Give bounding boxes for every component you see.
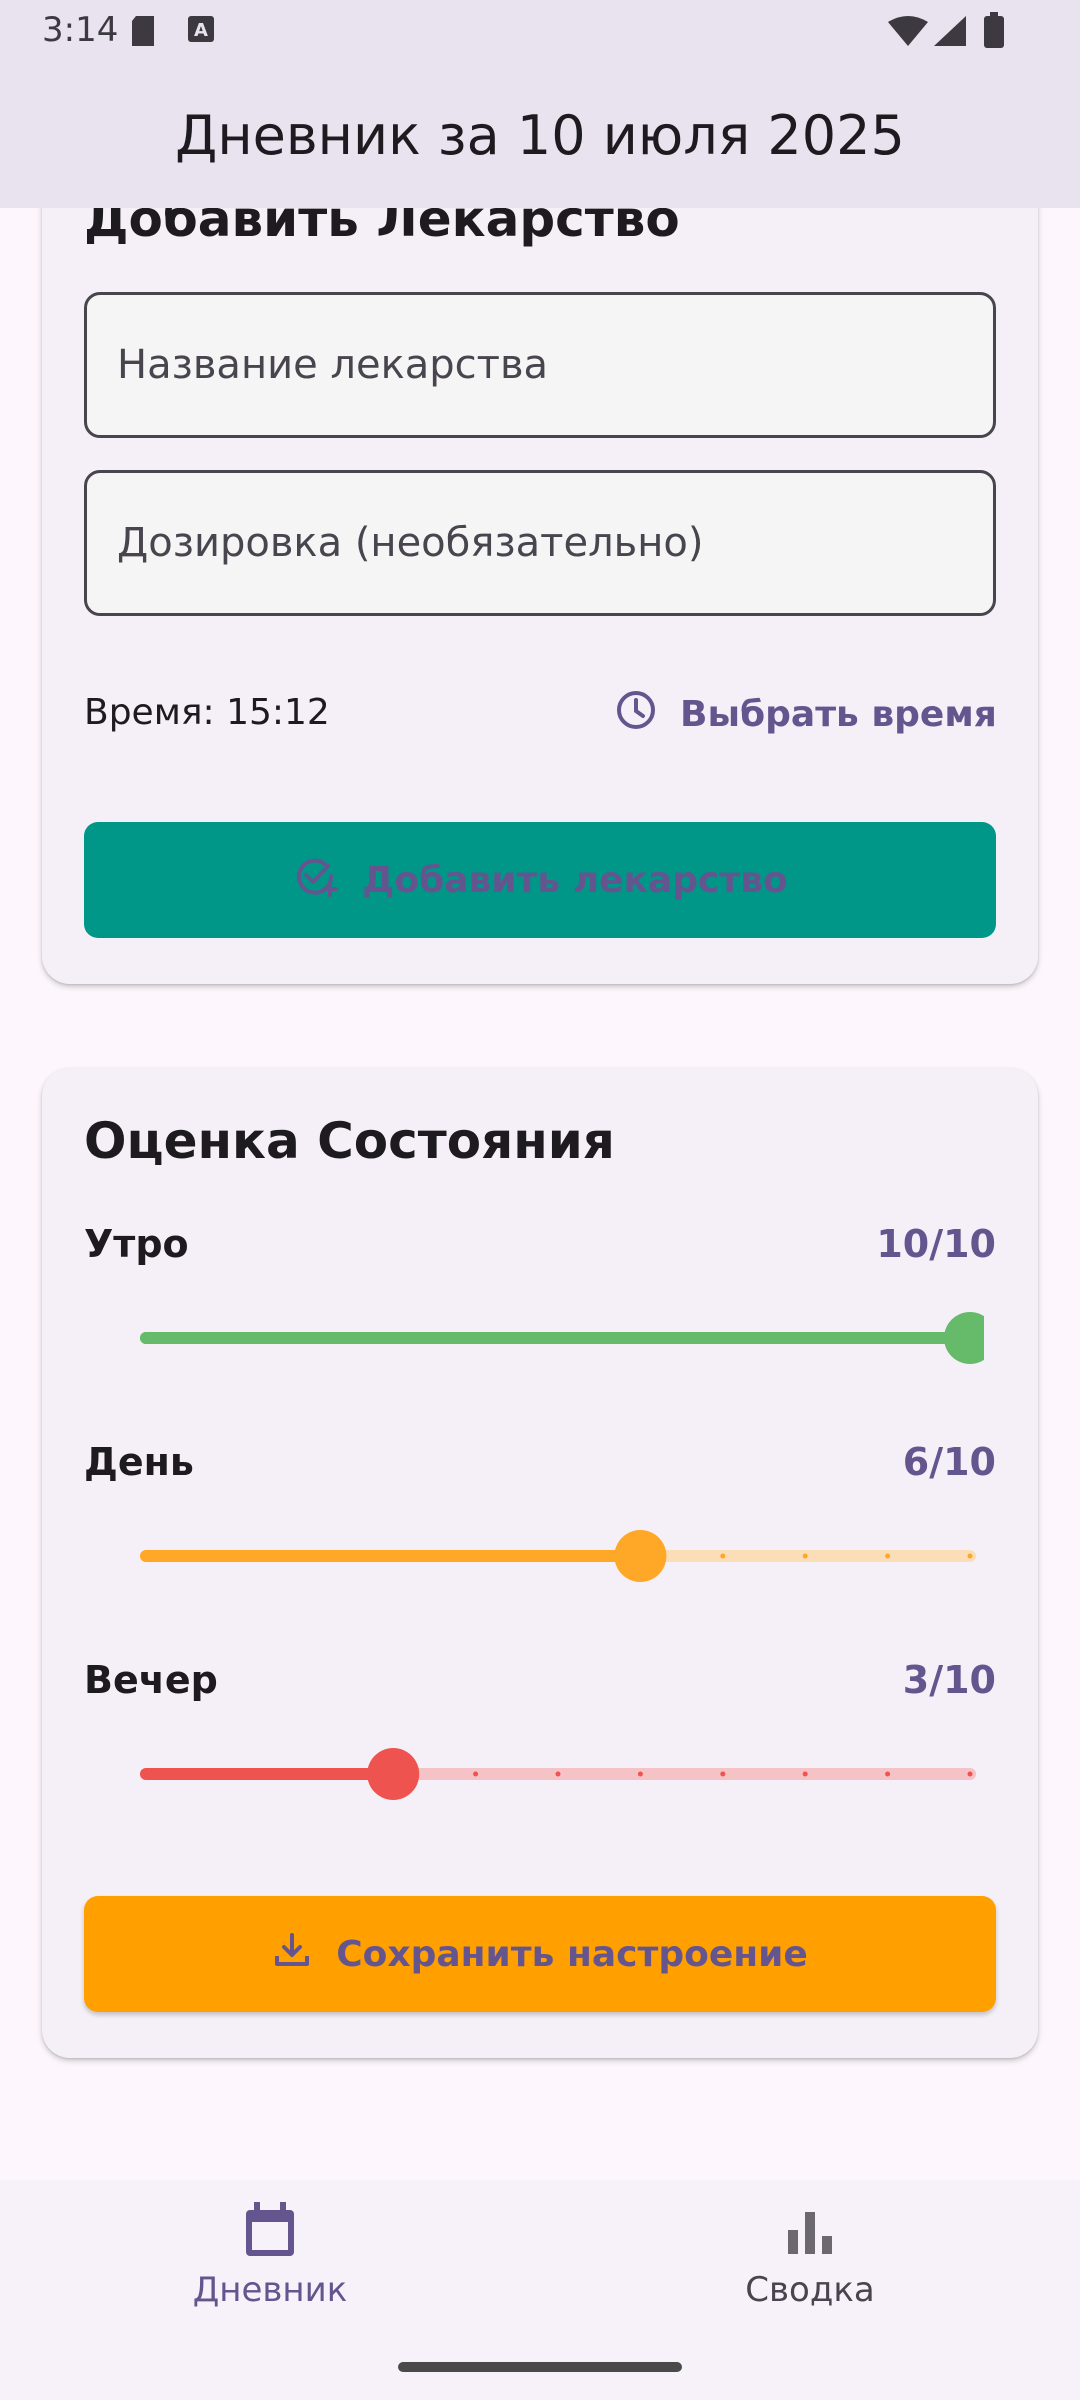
slider-tick xyxy=(555,1771,561,1777)
save-mood-label: Сохранить настроение xyxy=(336,1933,808,1975)
day-label: День xyxy=(84,1440,194,1484)
battery-icon xyxy=(984,12,1004,52)
slider-tick xyxy=(802,1553,808,1559)
selected-time-label: Время: 15:12 xyxy=(84,692,330,733)
slider-tick xyxy=(967,1771,973,1777)
download-icon xyxy=(272,1930,312,1979)
slider-thumb xyxy=(614,1530,667,1582)
status-bar: 3:14 A xyxy=(0,0,1080,62)
slider-tick xyxy=(473,1771,479,1777)
add-task-icon xyxy=(292,853,339,908)
slider-tick xyxy=(885,1771,891,1777)
medicine-name-field[interactable]: Название лекарства xyxy=(84,292,996,438)
bar-chart-icon xyxy=(782,2202,838,2264)
day-slider[interactable] xyxy=(140,1526,976,1586)
evening-slider[interactable] xyxy=(140,1744,976,1804)
save-mood-button[interactable]: Сохранить настроение xyxy=(84,1896,996,2012)
add-medicine-card: Добавить Лекарство Название лекарства До… xyxy=(42,120,1038,984)
slider-tick xyxy=(885,1553,891,1559)
add-medicine-label: Добавить лекарство xyxy=(362,859,788,901)
clock-icon xyxy=(614,688,658,741)
evening-label: Вечер xyxy=(84,1658,218,1702)
slider-tick xyxy=(720,1771,726,1777)
slider-thumb xyxy=(367,1748,420,1800)
pick-time-button[interactable]: Выбрать время xyxy=(614,688,997,741)
nav-label-summary: Сводка xyxy=(745,2270,875,2310)
mood-card: Оценка Состояния Утро 10/10 День 6/10 Ве… xyxy=(42,1068,1038,2058)
nav-label-diary: Дневник xyxy=(192,2270,348,2310)
medicine-name-placeholder: Название лекарства xyxy=(117,342,549,388)
slider-tick xyxy=(637,1771,643,1777)
mood-title: Оценка Состояния xyxy=(84,1112,615,1170)
calendar-icon xyxy=(242,2202,298,2264)
evening-value: 3/10 xyxy=(902,1658,996,1702)
dosage-placeholder: Дозировка (необязательно) xyxy=(117,520,704,566)
slider-tick xyxy=(802,1771,808,1777)
top-app-bar: Дневник за 10 июля 2025 xyxy=(0,62,1080,208)
morning-slider[interactable] xyxy=(140,1308,984,1368)
sd-card-icon xyxy=(128,14,158,52)
nav-item-summary[interactable]: Сводка xyxy=(660,2202,960,2310)
status-time: 3:14 xyxy=(42,10,119,50)
page-title: Дневник за 10 июля 2025 xyxy=(175,103,905,167)
slider-thumb xyxy=(944,1312,984,1364)
home-indicator xyxy=(398,2362,682,2372)
slider-tick xyxy=(720,1553,726,1559)
nav-item-diary[interactable]: Дневник xyxy=(120,2202,420,2310)
signal-icon xyxy=(934,16,966,50)
day-value: 6/10 xyxy=(902,1440,996,1484)
add-medicine-button[interactable]: Добавить лекарство xyxy=(84,822,996,938)
wifi-icon xyxy=(888,16,928,50)
slider-tick xyxy=(967,1553,973,1559)
svg-text:A: A xyxy=(194,20,208,41)
pick-time-label: Выбрать время xyxy=(680,694,997,735)
dosage-field[interactable]: Дозировка (необязательно) xyxy=(84,470,996,616)
keyboard-a-icon: A xyxy=(186,14,216,48)
morning-value: 10/10 xyxy=(876,1222,996,1266)
morning-label: Утро xyxy=(84,1222,189,1266)
